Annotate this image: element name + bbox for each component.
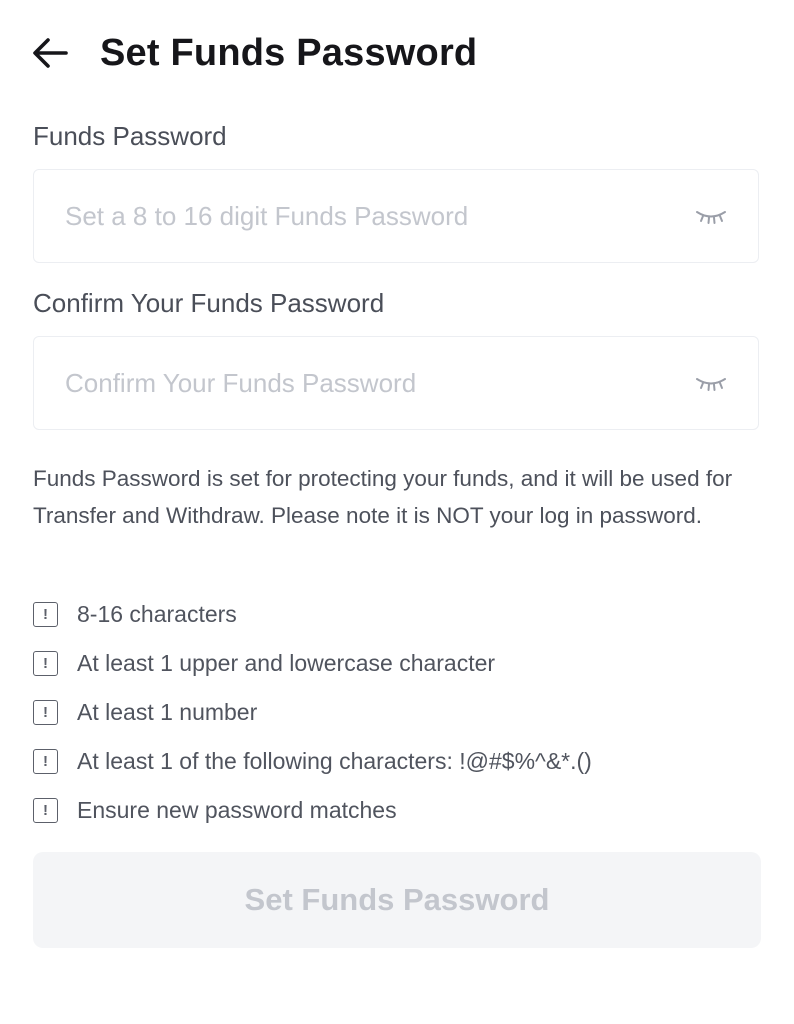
confirm-password-field[interactable] — [33, 336, 759, 430]
funds-password-field[interactable] — [33, 169, 759, 263]
rule-item: ! At least 1 of the following characters… — [33, 744, 592, 793]
exclamation-box-icon: ! — [33, 798, 58, 823]
confirm-password-input[interactable] — [65, 337, 665, 429]
rule-item: ! 8-16 characters — [33, 597, 592, 646]
rule-text: At least 1 upper and lowercase character — [77, 650, 496, 676]
eye-closed-icon — [696, 378, 726, 391]
exclamation-box-icon: ! — [33, 651, 58, 676]
eye-closed-icon — [696, 211, 726, 224]
funds-password-label: Funds Password — [33, 121, 227, 151]
rule-item: ! At least 1 number — [33, 695, 592, 744]
set-funds-password-button[interactable]: Set Funds Password — [33, 852, 761, 948]
rule-text: At least 1 number — [77, 699, 258, 725]
password-rules-list: ! 8-16 characters ! At least 1 upper and… — [33, 597, 592, 842]
arrow-left-icon — [33, 38, 68, 68]
funds-password-note: Funds Password is set for protecting you… — [33, 466, 733, 528]
funds-password-input[interactable] — [65, 170, 665, 262]
confirm-password-visibility-toggle[interactable] — [694, 371, 728, 395]
rule-text: 8-16 characters — [77, 601, 237, 627]
back-button[interactable] — [28, 30, 74, 76]
rule-item: ! Ensure new password matches — [33, 793, 592, 842]
page-title: Set Funds Password — [100, 32, 478, 74]
rule-item: ! At least 1 upper and lowercase charact… — [33, 646, 592, 695]
header: Set Funds Password — [0, 0, 794, 106]
exclamation-box-icon: ! — [33, 700, 58, 725]
exclamation-box-icon: ! — [33, 749, 58, 774]
exclamation-box-icon: ! — [33, 602, 58, 627]
rule-text: At least 1 of the following characters: … — [77, 748, 592, 774]
confirm-password-label: Confirm Your Funds Password — [33, 288, 385, 318]
rule-text: Ensure new password matches — [77, 797, 397, 823]
funds-password-visibility-toggle[interactable] — [694, 204, 728, 228]
